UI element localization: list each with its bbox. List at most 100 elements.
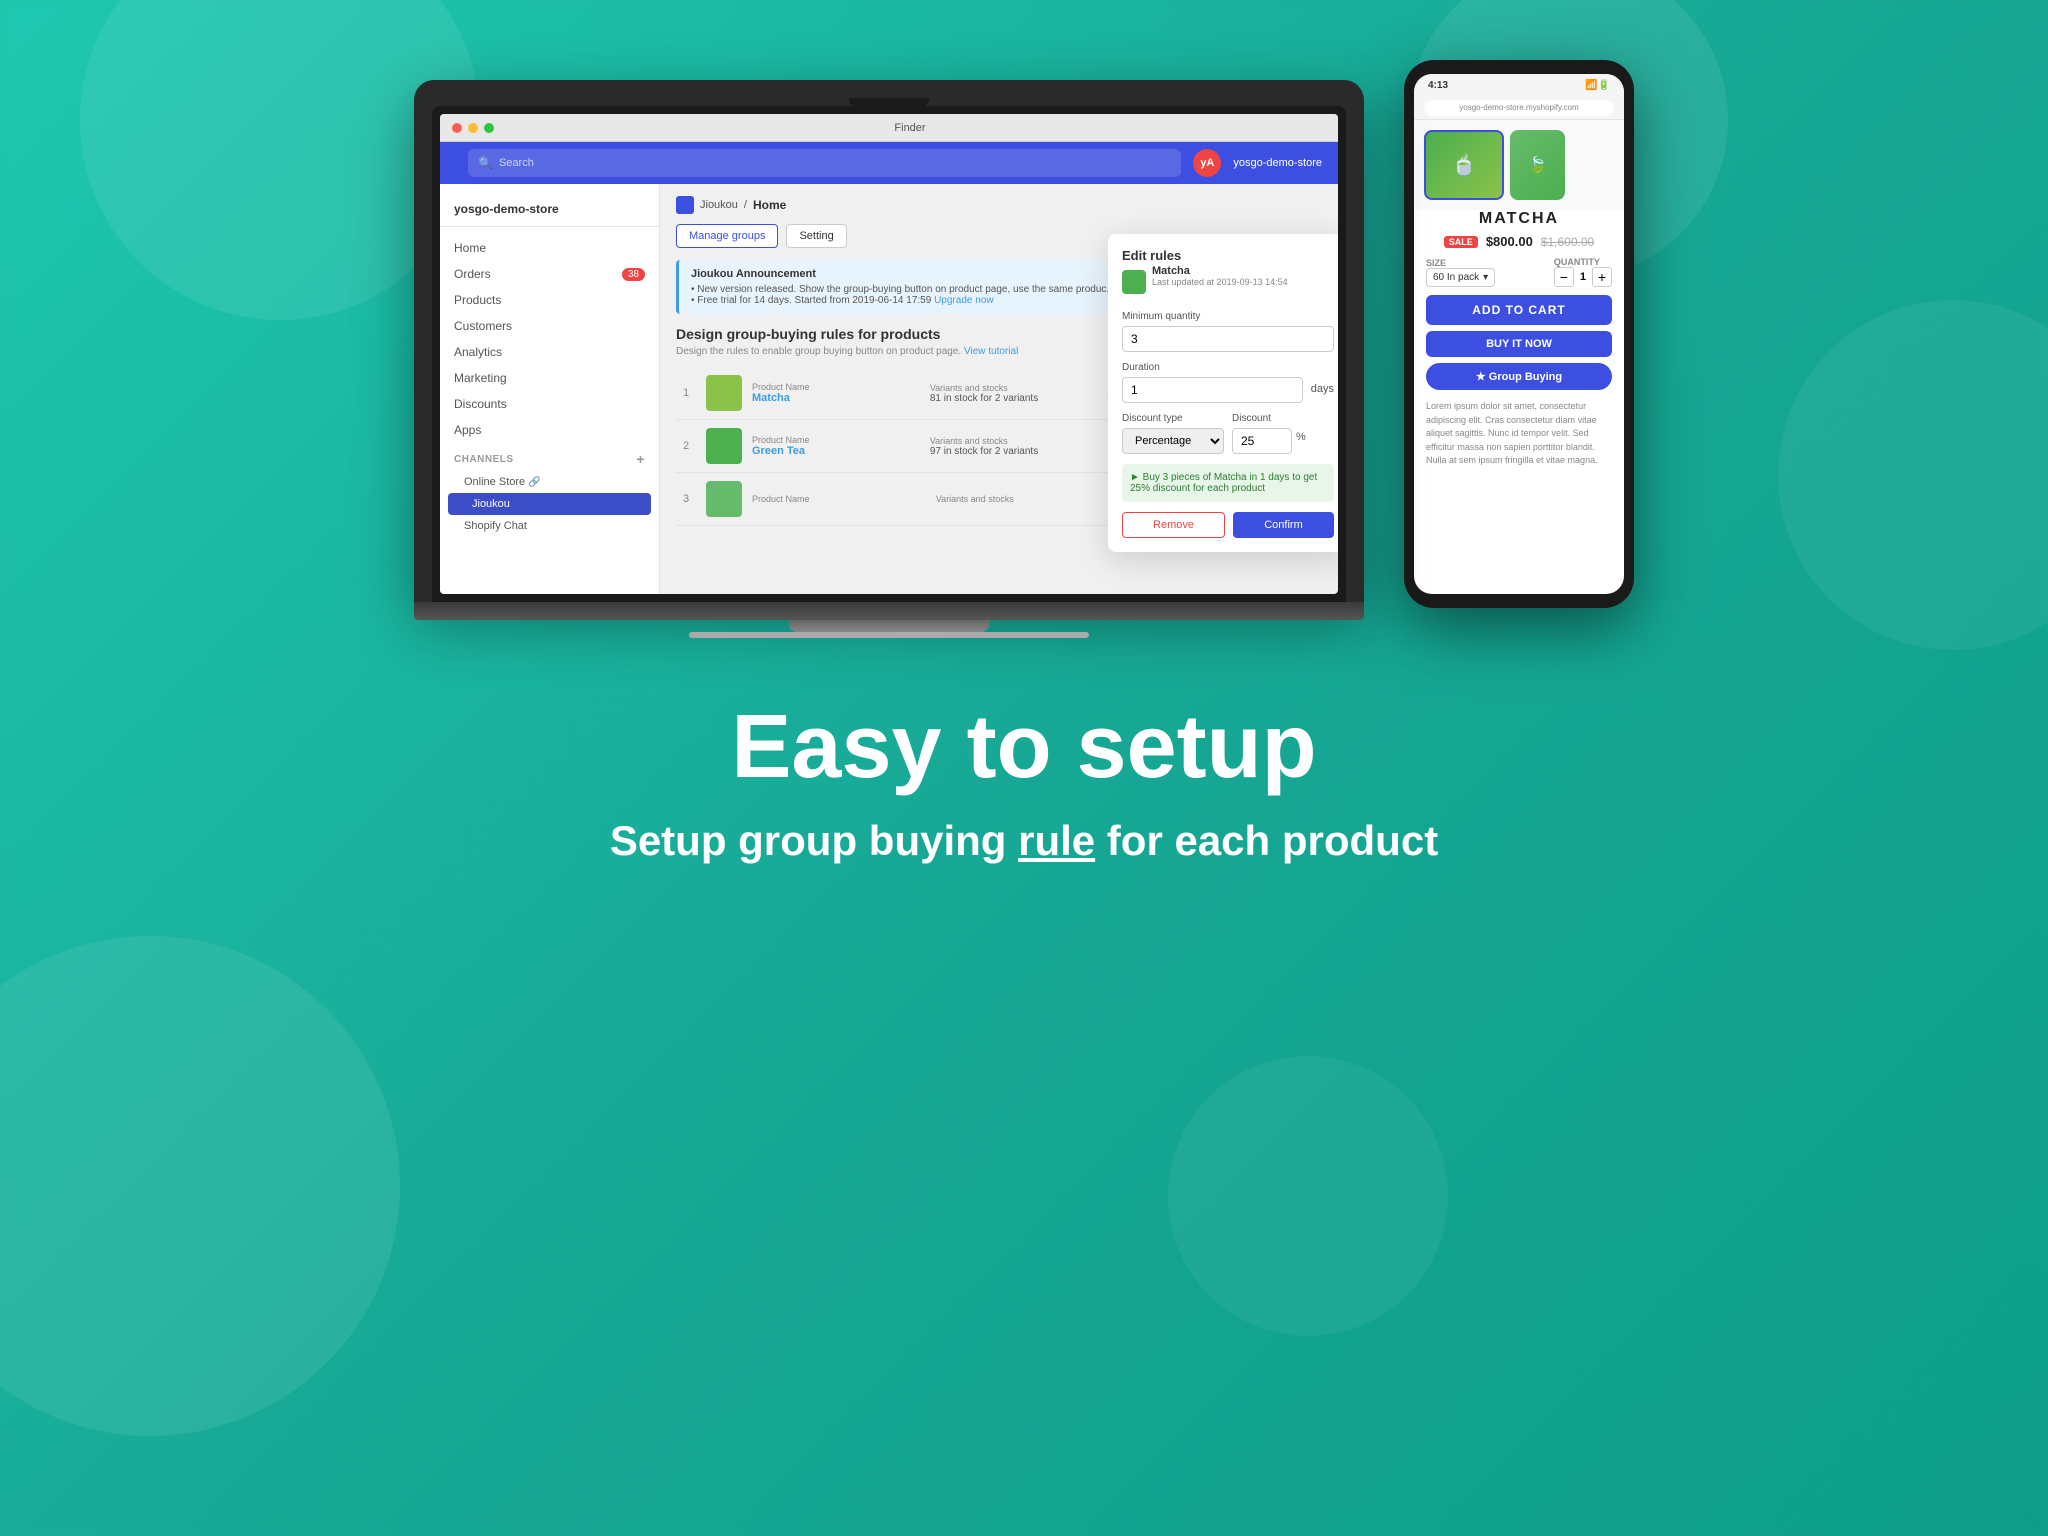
product-thumbnail-1 [706,375,742,411]
edit-rules-panel: Edit rules Matcha Last updated at 2019-0… [1108,234,1338,552]
confirm-button[interactable]: Confirm [1233,512,1334,538]
duration-unit: days [1311,383,1334,403]
mac-maximize-dot[interactable] [484,123,494,133]
sidebar-item-jioukou[interactable]: Jioukou [448,493,651,515]
min-qty-input[interactable] [1122,326,1334,352]
chevron-down-icon: ▾ [1483,272,1488,283]
sidebar-item-online-store[interactable]: Online Store 🔗 [440,471,659,493]
phone-time: 4:13 [1428,80,1448,91]
manage-groups-button[interactable]: Manage groups [676,224,778,248]
breadcrumb-parent[interactable]: Jioukou [700,199,738,211]
qty-value: 1 [1580,271,1586,283]
tutorial-link[interactable]: View tutorial [964,346,1018,357]
sidebar-item-analytics[interactable]: Analytics [440,339,659,365]
sidebar-store-name: yosgo-demo-store [440,192,659,227]
qty-plus-button[interactable]: + [1592,267,1612,287]
discount-unit: % [1296,431,1306,451]
product-variants-3: Variants and stocks [936,494,1110,504]
main-headline: Easy to setup [610,698,1438,797]
sidebar-item-home[interactable]: Home [440,235,659,261]
sidebar-item-products[interactable]: Products [440,287,659,313]
laptop-stand [789,620,989,632]
sidebar-item-customers[interactable]: Customers [440,313,659,339]
bottom-text-section: Easy to setup Setup group buying rule fo… [410,698,1638,865]
discount-type-label: Discount type [1122,413,1224,424]
quantity-stepper: − 1 + [1554,267,1612,287]
duration-input[interactable] [1122,377,1303,403]
breadcrumb: Jioukou / Home [676,196,1322,214]
quantity-label: QUANTITY [1554,257,1612,267]
search-placeholder: Search [499,157,534,169]
row-number: 3 [676,493,696,505]
mac-close-dot[interactable] [452,123,462,133]
setting-button[interactable]: Setting [786,224,846,248]
product-info-3: Product Name [752,494,926,504]
decorative-circle-4 [1168,1056,1448,1336]
discount-type-select[interactable]: Percentage Fixed [1122,428,1224,454]
phone-status-bar: 4:13 📶🔋 [1414,74,1624,96]
laptop-device: Finder 🔍 Search yA [414,80,1364,638]
online-store-icon: 🔗 [528,477,540,488]
panel-last-updated: Last updated at 2019-09-13 14:54 [1152,277,1288,287]
result-text: ► Buy 3 pieces of Matcha in 1 days to ge… [1122,464,1334,502]
phone-thumb-image[interactable]: 🍃 [1510,130,1565,200]
mac-titlebar: Finder [440,114,1338,142]
phone-main-product-image: 🍵 [1424,130,1504,200]
size-label: SIZE [1426,258,1495,268]
panel-actions: Remove Confirm [1122,512,1334,538]
breadcrumb-separator: / [744,199,747,211]
sidebar-item-shopify-chat[interactable]: Shopify Chat [440,515,659,537]
laptop-base [414,602,1364,620]
sidebar-item-discounts[interactable]: Discounts [440,391,659,417]
mac-minimize-dot[interactable] [468,123,478,133]
add-to-cart-button[interactable]: ADD TO CART [1426,295,1612,325]
phone-product-description: Lorem ipsum dolor sit amet, consectetur … [1426,400,1612,468]
jioukou-icon [676,196,694,214]
channels-section-header: CHANNELS + [440,443,659,471]
breadcrumb-current: Home [753,198,786,212]
sidebar-item-apps[interactable]: Apps [440,417,659,443]
decorative-circle-3 [0,936,400,1436]
group-buying-button[interactable]: ★ Group Buying [1426,363,1612,390]
panel-title: Edit rules [1122,248,1334,263]
admin-topnav: 🔍 Search yA yosgo-demo-store [440,142,1338,184]
sidebar-item-orders[interactable]: Orders 38 [440,261,659,287]
phone-url[interactable]: yosgo-demo-store.myshopify.com [1424,100,1614,116]
size-section: SIZE 60 In pack ▾ [1426,258,1495,287]
panel-product-thumb [1122,270,1146,294]
phone-product-title: MATCHA [1426,210,1612,228]
phone-screen: 4:13 📶🔋 yosgo-demo-store.myshopify.com 🍵… [1414,74,1624,594]
upgrade-link[interactable]: Upgrade now [934,295,993,306]
phone-browser-bar: yosgo-demo-store.myshopify.com [1414,96,1624,120]
product-thumbnail-2 [706,428,742,464]
qty-minus-button[interactable]: − [1554,267,1574,287]
duration-label: Duration [1122,362,1303,373]
phone-price: $800.00 [1486,234,1533,249]
settings-section: Settings [440,537,659,594]
admin-main-content: Jioukou / Home Manage groups Setting [660,184,1338,594]
search-bar[interactable]: 🔍 Search [468,149,1181,177]
mac-finder-title: Finder [494,122,1326,134]
remove-button[interactable]: Remove [1122,512,1225,538]
search-icon: 🔍 [478,156,493,170]
sidebar-item-marketing[interactable]: Marketing [440,365,659,391]
row-number: 2 [676,440,696,452]
size-select[interactable]: 60 In pack ▾ [1426,268,1495,287]
quantity-section: QUANTITY − 1 + [1554,257,1612,287]
min-qty-label: Minimum quantity [1122,311,1334,322]
sub-headline: Setup group buying rule for each product [610,817,1438,865]
product-variants-2: Variants and stocks 97 in stock for 2 va… [930,436,1098,457]
discount-label: Discount [1232,413,1334,424]
phone-original-price: $1,600.00 [1541,235,1594,249]
product-info-1: Product Name Matcha [752,382,920,404]
laptop-camera [849,98,929,106]
phone-icons: 📶🔋 [1585,80,1610,91]
channels-add-icon[interactable]: + [636,451,645,467]
buy-it-now-button[interactable]: BUY IT NOW [1426,331,1612,357]
admin-sidebar: yosgo-demo-store Home Orders 38 [440,184,660,594]
product-thumbnail-3 [706,481,742,517]
discount-input[interactable] [1232,428,1292,454]
phone-sale-badge: SALE [1444,236,1478,248]
user-name: yosgo-demo-store [1233,157,1322,169]
laptop-foot [689,632,1089,638]
